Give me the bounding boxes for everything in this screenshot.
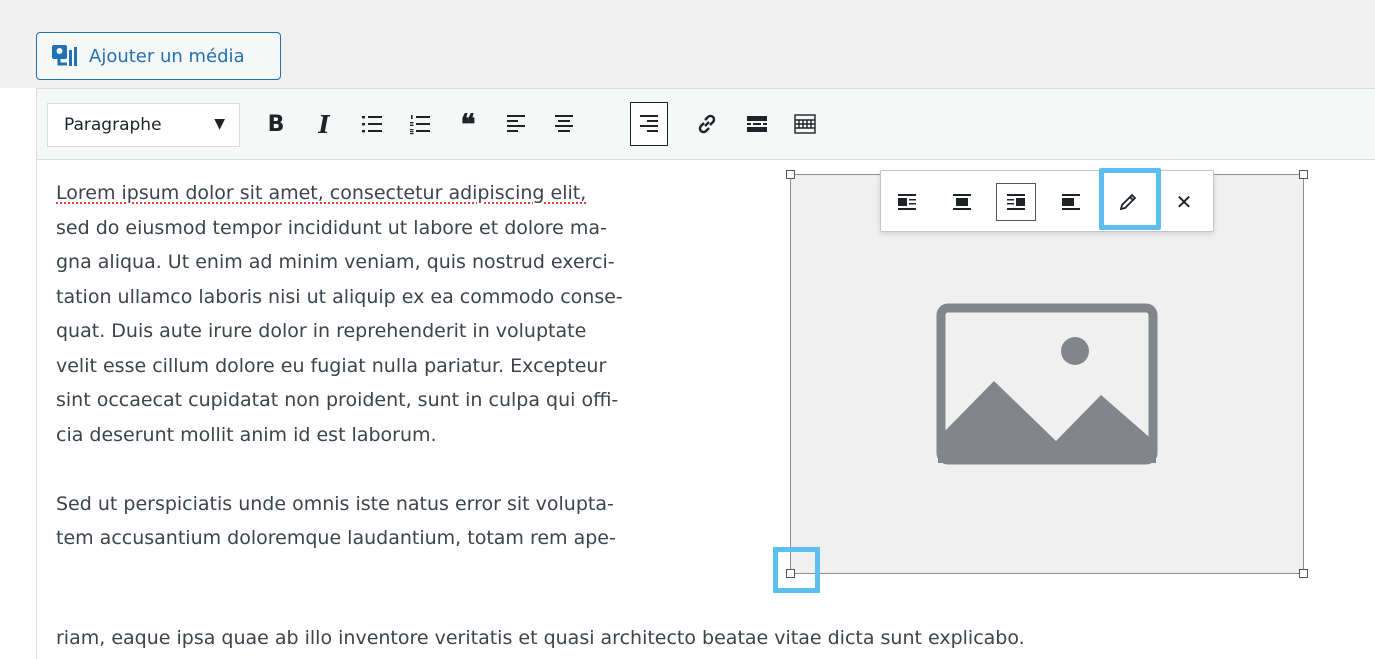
paragraph-1-line: tation ullamco laboris nisi ut aliquip e… xyxy=(56,285,623,308)
paragraph-1-line: gna aliqua. Ut enim ad minim veniam, qui… xyxy=(56,251,615,273)
paragraph-1-line: sed do eiusmod tempor incididunt ut labo… xyxy=(56,216,607,239)
editor-toolbar: Paragraphe ▼ B I ❝ xyxy=(37,89,1375,160)
read-more-button[interactable] xyxy=(738,102,776,146)
paragraph-1-line: cia deserunt mollit anim id est laborum. xyxy=(56,423,437,446)
blockquote-button[interactable]: ❝ xyxy=(449,102,487,146)
media-stack-icon xyxy=(52,45,77,66)
image-align-right-icon xyxy=(1007,194,1025,210)
bullet-list-icon xyxy=(362,116,382,133)
quote-icon: ❝ xyxy=(460,107,476,141)
resize-handle-top-right[interactable] xyxy=(1299,170,1308,179)
image-toolbar: ✕ xyxy=(880,170,1214,232)
resize-handle-top-left[interactable] xyxy=(786,170,795,179)
align-left-button[interactable] xyxy=(497,102,535,146)
image-align-none-button[interactable] xyxy=(1051,183,1091,221)
numbered-list-button[interactable] xyxy=(401,102,439,146)
format-select[interactable]: Paragraphe ▼ xyxy=(47,103,240,147)
image-align-none-icon xyxy=(1062,194,1080,210)
close-icon: ✕ xyxy=(1175,190,1193,214)
toolbar-toggle-button[interactable] xyxy=(786,102,824,146)
image-placeholder-icon xyxy=(936,303,1158,465)
resize-handle-bottom-right[interactable] xyxy=(1299,569,1308,578)
bulleted-list-button[interactable] xyxy=(353,102,391,146)
image-align-center-button[interactable] xyxy=(942,183,982,221)
paragraph-2: Sed ut perspiciatis unde omnis iste natu… xyxy=(56,487,776,556)
caret-down-icon: ▼ xyxy=(214,116,225,132)
paragraph-1-line: quat. Duis aute irure dolor in reprehend… xyxy=(56,320,587,342)
paragraph-1-line: velit esse cillum dolore eu fugiat nulla… xyxy=(56,354,607,377)
image-remove-button[interactable]: ✕ xyxy=(1164,183,1204,221)
italic-button[interactable]: I xyxy=(305,102,343,146)
paragraph-2-line: riam, eaque ipsa quae ab illo inventore … xyxy=(56,627,1025,649)
paragraph-1-line: sint occaecat cupidatat non proident, su… xyxy=(56,389,619,411)
link-icon xyxy=(698,114,716,134)
align-center-button[interactable] xyxy=(545,102,583,146)
paragraph-2-line: Sed ut perspiciatis unde omnis iste natu… xyxy=(56,492,614,515)
add-media-button[interactable]: Ajouter un média xyxy=(36,32,281,80)
add-media-label: Ajouter un média xyxy=(89,45,245,67)
paragraph-1-line: Lorem ipsum dolor sit amet, consectetur … xyxy=(56,182,587,204)
align-center-icon xyxy=(555,115,573,132)
read-more-icon xyxy=(747,116,767,132)
align-left-icon xyxy=(507,115,525,132)
paragraph-2-line: tem accusantium doloremque laudantium, t… xyxy=(56,527,616,549)
bold-glyph: B xyxy=(267,111,285,137)
post-content[interactable]: Lorem ipsum dolor sit amet, consectetur … xyxy=(56,176,1025,649)
edit-button-highlight xyxy=(1099,168,1161,230)
image-align-left-button[interactable] xyxy=(887,183,927,221)
insert-link-button[interactable] xyxy=(688,102,726,146)
bold-button[interactable]: B xyxy=(257,102,295,146)
image-align-right-button[interactable] xyxy=(996,183,1036,221)
align-right-icon xyxy=(640,115,658,132)
format-select-value: Paragraphe xyxy=(64,115,162,135)
resize-handle-highlight xyxy=(773,547,820,593)
image-align-left-icon xyxy=(898,194,916,210)
italic-glyph: I xyxy=(318,109,330,139)
align-right-button[interactable] xyxy=(630,102,668,146)
image-align-center-icon xyxy=(953,194,971,210)
numbered-list-icon xyxy=(410,115,430,135)
paragraph-1: Lorem ipsum dolor sit amet, consectetur … xyxy=(56,176,776,452)
keyboard-icon xyxy=(794,114,816,134)
